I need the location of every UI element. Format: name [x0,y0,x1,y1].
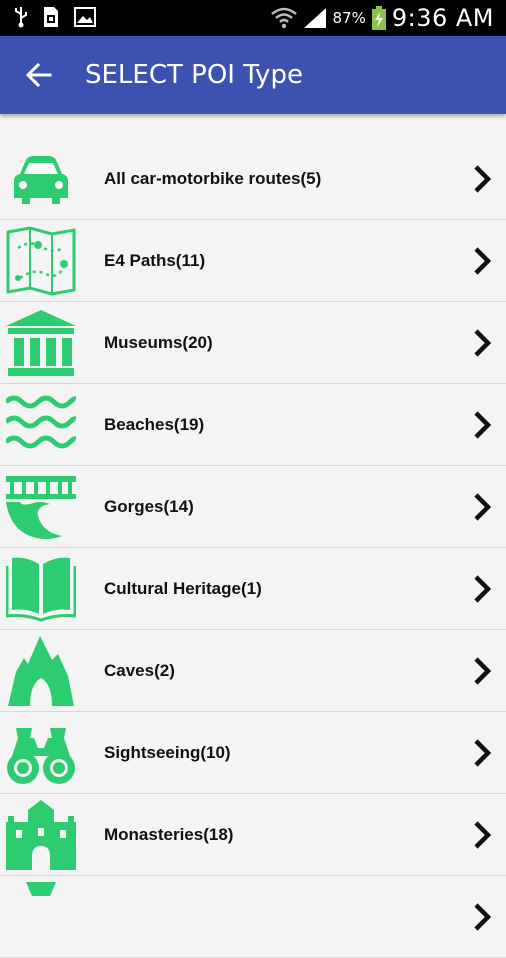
list-item-partial[interactable] [0,876,506,958]
museum-icon [6,310,76,376]
monastery-icon [6,800,76,870]
status-bar: 87% 9:36 AM [0,0,506,36]
list-item-cultural-heritage[interactable]: Cultural Heritage(1) [0,548,506,630]
list-item-label: Monasteries(18) [104,825,234,844]
chevron-right-icon [474,657,492,685]
usb-icon [15,7,27,28]
list-item-car-routes[interactable]: All car-motorbike routes(5) [0,138,506,220]
chevron-right-icon [474,411,492,439]
chevron-right-icon [474,493,492,521]
list-item-sightseeing[interactable]: Sightseeing(10) [0,712,506,794]
battery-charging-icon [371,6,386,30]
list-item-monasteries[interactable]: Monasteries(18) [0,794,506,876]
list-item-caves[interactable]: Caves(2) [0,630,506,712]
cave-icon [8,636,74,706]
poi-type-list: All car-motorbike routes(5) E4 Paths(11)… [0,138,506,958]
list-item-museums[interactable]: Museums(20) [0,302,506,384]
app-bar: SELECT POI Type [0,36,506,114]
map-path-icon [6,226,76,296]
chevron-right-icon [474,329,492,357]
list-item-label: Gorges(14) [104,497,194,516]
image-icon [74,7,96,27]
sim-icon [44,7,58,27]
chevron-right-icon [474,165,492,193]
list-item-beaches[interactable]: Beaches(19) [0,384,506,466]
list-item-label: Sightseeing(10) [104,743,231,762]
chevron-right-icon [474,739,492,767]
gorge-bridge-icon [6,476,76,539]
chevron-right-icon [474,575,492,603]
page-title: SELECT POI Type [85,60,303,90]
list-item-gorges[interactable]: Gorges(14) [0,466,506,548]
signal-icon [303,8,326,28]
car-icon [14,156,68,204]
clock: 9:36 AM [391,4,494,32]
list-item-label: E4 Paths(11) [104,251,206,270]
arrow-left-icon [26,63,52,87]
chevron-right-icon [474,903,492,931]
chevron-right-icon [474,247,492,275]
back-button[interactable] [20,56,58,94]
waves-icon [6,395,76,449]
binoculars-icon [7,728,75,784]
partial-icon [26,882,56,896]
battery-percent: 87% [332,9,366,27]
list-item-e4-paths[interactable]: E4 Paths(11) [0,220,506,302]
list-item-label: Beaches(19) [104,415,205,434]
list-item-label: All car-motorbike routes(5) [104,169,322,188]
open-book-icon [6,557,76,622]
wifi-icon [270,7,297,29]
list-item-label: Cultural Heritage(1) [104,579,262,598]
list-item-label: Museums(20) [104,333,213,352]
list-item-label: Caves(2) [104,661,175,680]
chevron-right-icon [474,821,492,849]
